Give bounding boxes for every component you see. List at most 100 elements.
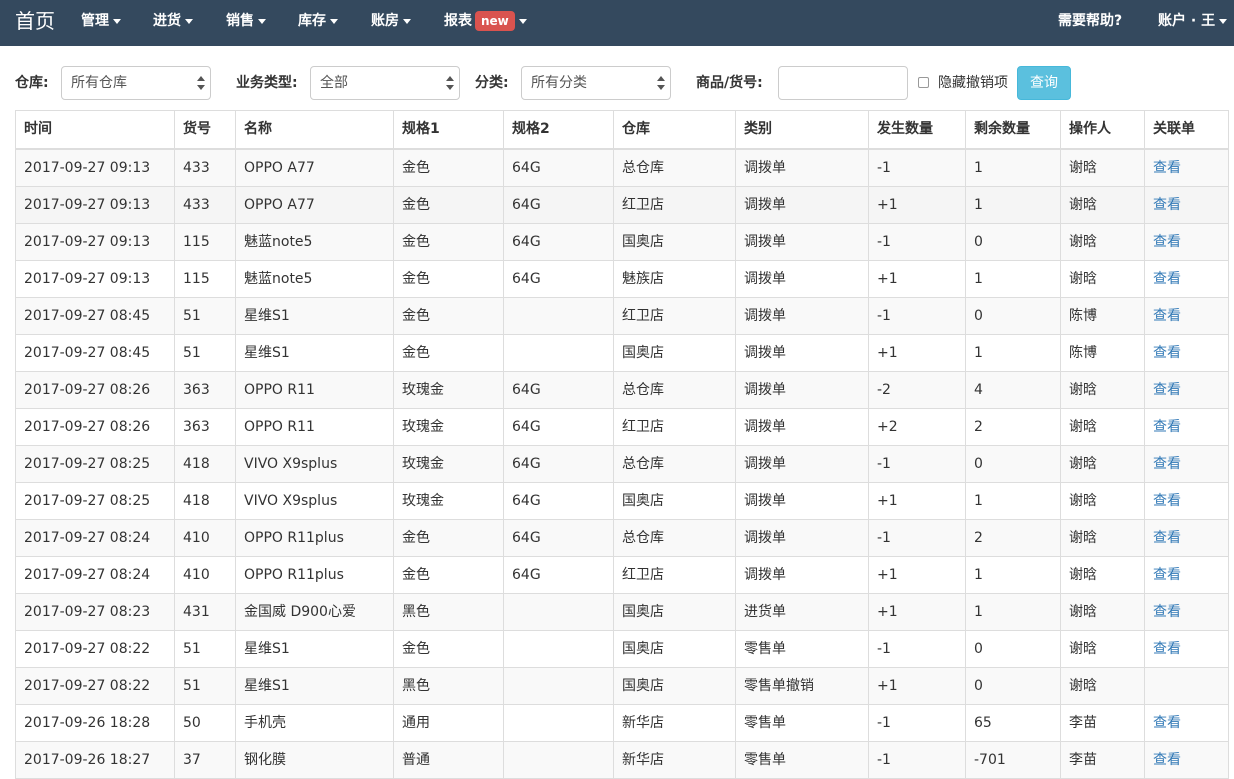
cell-col-time: 2017-09-27 08:22: [15, 666, 175, 705]
cell-col-qty-change: +1: [868, 333, 966, 372]
cell-col-spec1: 金色: [393, 296, 504, 335]
view-link[interactable]: 查看: [1153, 641, 1181, 657]
view-link[interactable]: 查看: [1153, 419, 1181, 435]
cell-col-spec1: 金色: [393, 222, 504, 261]
cell-col-qty-remaining: 2: [965, 407, 1061, 446]
hide-cancelled-label[interactable]: 隐藏撤销项: [938, 73, 1008, 93]
view-link[interactable]: 查看: [1153, 308, 1181, 324]
nav-menu-purchase[interactable]: 进货: [153, 0, 193, 46]
cell-col-linked-doc: 查看: [1144, 333, 1229, 372]
header-col-item-no: 货号: [174, 110, 236, 150]
cell-col-time: 2017-09-27 08:45: [15, 333, 175, 372]
view-link[interactable]: 查看: [1153, 345, 1181, 361]
view-link[interactable]: 查看: [1153, 493, 1181, 509]
view-link[interactable]: 查看: [1153, 456, 1181, 472]
cell-col-qty-change: +2: [868, 407, 966, 446]
help-link[interactable]: 需要帮助?: [1058, 0, 1122, 46]
cell-col-operator: 谢晗: [1060, 666, 1145, 705]
nav-menu-label: 账房: [371, 13, 399, 29]
cell-col-qty-change: +1: [868, 481, 966, 520]
cell-col-linked-doc: 查看: [1144, 148, 1229, 187]
header-col-operator: 操作人: [1060, 110, 1145, 150]
cell-col-qty-change: +1: [868, 555, 966, 594]
cell-col-time: 2017-09-26 18:28: [15, 703, 175, 742]
cell-col-qty-change: -1: [868, 518, 966, 557]
cell-col-operator: 谢晗: [1060, 555, 1145, 594]
view-link[interactable]: 查看: [1153, 197, 1181, 213]
warehouse-select[interactable]: 所有仓库: [61, 66, 211, 100]
cell-col-qty-remaining: 0: [965, 444, 1061, 483]
select-arrows-icon: [446, 74, 454, 92]
cell-col-warehouse: 总仓库: [613, 148, 736, 187]
cell-col-item-no: 418: [174, 444, 236, 483]
table-row: 2017-09-26 18:27 37 钢化膜 普通 新华店 零售单 -1 -701 李苗 查看: [15, 740, 1229, 779]
view-link[interactable]: 查看: [1153, 271, 1181, 287]
cell-col-spec1: 玫瑰金: [393, 370, 504, 409]
cell-col-type: 调拨单: [735, 370, 869, 409]
cell-col-qty-change: -1: [868, 740, 966, 779]
cell-col-warehouse: 红卫店: [613, 555, 736, 594]
cell-col-type: 调拨单: [735, 222, 869, 261]
cell-col-spec2: 64G: [503, 370, 614, 409]
category-select[interactable]: 所有分类: [521, 66, 671, 100]
nav-menu-accounts[interactable]: 账房: [371, 0, 411, 46]
cell-col-operator: 谢晗: [1060, 444, 1145, 483]
view-link[interactable]: 查看: [1153, 160, 1181, 176]
brand-home-link[interactable]: 首页: [15, 8, 55, 34]
caret-down-icon: [330, 18, 338, 24]
view-link[interactable]: 查看: [1153, 530, 1181, 546]
view-link[interactable]: 查看: [1153, 382, 1181, 398]
cell-col-type: 调拨单: [735, 148, 869, 187]
cell-col-item-no: 433: [174, 185, 236, 224]
category-filter-label: 分类:: [475, 75, 509, 91]
cell-col-spec1: 玫瑰金: [393, 407, 504, 446]
cell-col-item-no: 51: [174, 666, 236, 705]
nav-menu-sales[interactable]: 销售: [226, 0, 266, 46]
caret-down-icon: [258, 18, 266, 24]
cell-col-operator: 谢晗: [1060, 370, 1145, 409]
account-menu[interactable]: 账户 · 王: [1158, 0, 1228, 46]
cell-col-linked-doc: 查看: [1144, 481, 1229, 520]
cell-col-warehouse: 红卫店: [613, 185, 736, 224]
nav-menu-label: 库存: [298, 13, 326, 29]
cell-col-name: 魅蓝note5: [235, 222, 394, 261]
cell-col-name: 星维S1: [235, 629, 394, 668]
hide-cancelled-checkbox[interactable]: [918, 77, 929, 88]
cell-col-item-no: 50: [174, 703, 236, 742]
nav-menu-reports[interactable]: 报表 new: [444, 0, 527, 46]
view-link[interactable]: 查看: [1153, 752, 1181, 768]
nav-menu-manage[interactable]: 管理: [81, 0, 121, 46]
select-arrows-icon: [657, 74, 665, 92]
cell-col-warehouse: 国奥店: [613, 481, 736, 520]
table-row: 2017-09-27 08:25 418 VIVO X9splus 玫瑰金 64G 总仓库…: [15, 444, 1229, 483]
product-search-input[interactable]: [778, 66, 908, 100]
cell-col-operator: 谢晗: [1060, 518, 1145, 557]
cell-col-qty-change: +1: [868, 259, 966, 298]
top-navbar: 首页 管理 进货 销售 库存 账房 报表 new 需要帮助? 账户 · 王: [0, 0, 1234, 46]
query-button[interactable]: 查询: [1017, 66, 1071, 100]
cell-col-name: OPPO R11plus: [235, 518, 394, 557]
cell-col-item-no: 115: [174, 222, 236, 261]
cell-col-time: 2017-09-27 08:26: [15, 407, 175, 446]
cell-col-qty-change: -2: [868, 370, 966, 409]
view-link[interactable]: 查看: [1153, 567, 1181, 583]
cell-col-spec2: [503, 333, 614, 372]
view-link[interactable]: 查看: [1153, 604, 1181, 620]
cell-col-time: 2017-09-27 08:24: [15, 555, 175, 594]
cell-col-qty-remaining: 0: [965, 296, 1061, 335]
nav-menu-inventory[interactable]: 库存: [298, 0, 338, 46]
cell-col-qty-remaining: 0: [965, 222, 1061, 261]
cell-col-operator: 谢晗: [1060, 592, 1145, 631]
biztype-select[interactable]: 全部: [310, 66, 460, 100]
cell-col-name: VIVO X9splus: [235, 444, 394, 483]
cell-col-time: 2017-09-27 08:25: [15, 444, 175, 483]
table-row: 2017-09-27 09:13 433 OPPO A77 金色 64G 总仓库 调拨单 -1…: [15, 148, 1229, 187]
view-link[interactable]: 查看: [1153, 715, 1181, 731]
cell-col-spec2: [503, 296, 614, 335]
cell-col-name: 魅蓝note5: [235, 259, 394, 298]
cell-col-name: 钢化膜: [235, 740, 394, 779]
cell-col-qty-remaining: 0: [965, 629, 1061, 668]
view-link[interactable]: 查看: [1153, 234, 1181, 250]
cell-col-name: 金国威 D900心爱: [235, 592, 394, 631]
table-body: 2017-09-27 09:13 433 OPPO A77 金色 64G 总仓库 调拨单 -1…: [15, 148, 1229, 779]
